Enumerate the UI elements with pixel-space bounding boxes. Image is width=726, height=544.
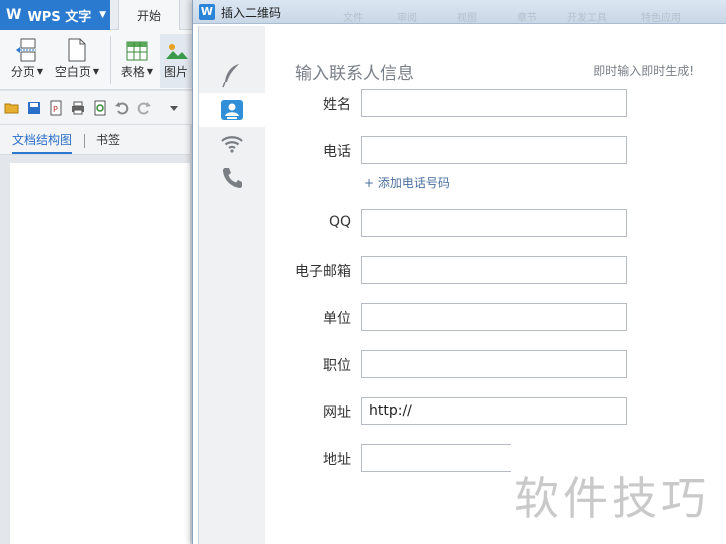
export-pdf-icon[interactable]: P: [48, 100, 64, 116]
qq-input[interactable]: [361, 209, 627, 237]
tab-document-outline[interactable]: 文档结构图: [12, 131, 73, 154]
blank-page-label: 空白页: [54, 65, 91, 79]
print-icon[interactable]: [70, 100, 86, 116]
phone-input[interactable]: [361, 136, 627, 164]
rail-item-text[interactable]: [199, 58, 265, 92]
page-break-icon: [16, 38, 36, 62]
nav-tab-divider: [84, 134, 85, 148]
chevron-down-icon: ▼: [36, 67, 44, 76]
feather-icon: [222, 64, 239, 88]
rail-item-contact[interactable]: [199, 93, 265, 127]
blank-page-button[interactable]: 空白页 ▼: [52, 34, 102, 88]
ribbon-separator: [110, 36, 111, 84]
position-label: 职位: [323, 358, 351, 374]
save-icon[interactable]: [26, 100, 42, 116]
email-input[interactable]: [361, 256, 627, 284]
table-label: 表格: [120, 65, 145, 79]
wps-logo-icon: W: [199, 4, 215, 20]
company-label: 单位: [323, 311, 351, 327]
blank-page-icon: [68, 38, 86, 62]
dialog-titlebar[interactable]: W 插入二维码 文件 审阅 视图 章节 开发工具 特色应用: [193, 0, 726, 24]
page-break-button[interactable]: 分页 ▼: [8, 34, 46, 88]
company-input[interactable]: [361, 303, 627, 331]
ghost-tab-label: 文件: [343, 13, 363, 24]
ghost-tab-label: 审阅: [397, 13, 417, 24]
panel-title: 输入联系人信息: [295, 64, 414, 84]
print-preview-icon[interactable]: [92, 100, 108, 116]
name-label: 姓名: [323, 97, 351, 113]
table-button[interactable]: 表格 ▼: [118, 34, 156, 88]
email-label: 电子邮箱: [295, 264, 351, 280]
navigation-pane-tabs: 文档结构图 书签: [0, 125, 190, 155]
website-input[interactable]: [361, 397, 627, 425]
svg-text:P: P: [53, 105, 58, 114]
page-break-label: 分页: [10, 65, 35, 79]
table-icon: [126, 41, 148, 61]
navigation-pane: [0, 155, 190, 544]
rail-item-wifi[interactable]: [199, 127, 265, 161]
watermark-text: 软件技巧: [514, 472, 711, 525]
qrcode-type-rail: [199, 26, 265, 544]
undo-icon[interactable]: [114, 100, 130, 116]
wifi-icon: [221, 136, 243, 153]
chevron-down-icon: ▼: [92, 67, 100, 76]
address-input[interactable]: [361, 444, 511, 472]
outline-content-area[interactable]: [10, 163, 190, 544]
tab-home[interactable]: 开始: [118, 0, 180, 30]
chevron-down-icon: ▼: [146, 67, 154, 76]
wps-logo-icon: W: [6, 7, 22, 23]
customize-toolbar-icon[interactable]: [166, 100, 182, 116]
ghost-tab-label: 特色应用: [641, 13, 681, 24]
ghost-tab-label: 视图: [457, 13, 477, 24]
phone-label: 电话: [323, 144, 351, 160]
website-label: 网址: [323, 405, 351, 421]
rail-item-phone[interactable]: [199, 161, 265, 195]
phone-icon: [223, 168, 242, 188]
contact-card-icon: [221, 100, 243, 120]
address-label: 地址: [323, 452, 351, 468]
ghost-tab-label: 开发工具: [567, 13, 607, 24]
picture-icon: [166, 44, 188, 59]
name-input[interactable]: [361, 89, 627, 117]
qq-label: QQ: [328, 214, 351, 230]
position-input[interactable]: [361, 350, 627, 378]
picture-label: 图片: [163, 65, 188, 79]
ghost-tab-label: 章节: [517, 13, 537, 24]
chevron-down-icon: ▼: [99, 10, 106, 20]
dialog-title: 插入二维码: [221, 6, 282, 20]
picture-button[interactable]: 图片: [160, 34, 192, 88]
realtime-hint: 即时输入即时生成!: [593, 64, 694, 78]
wps-app-label: WPS 文字: [27, 9, 92, 25]
open-folder-icon[interactable]: [4, 100, 20, 116]
redo-icon[interactable]: [136, 100, 152, 116]
wps-app-menu-button[interactable]: W WPS 文字 ▼: [0, 0, 110, 30]
add-phone-link[interactable]: + 添加电话号码: [364, 174, 450, 191]
tab-bookmark[interactable]: 书签: [96, 131, 120, 152]
